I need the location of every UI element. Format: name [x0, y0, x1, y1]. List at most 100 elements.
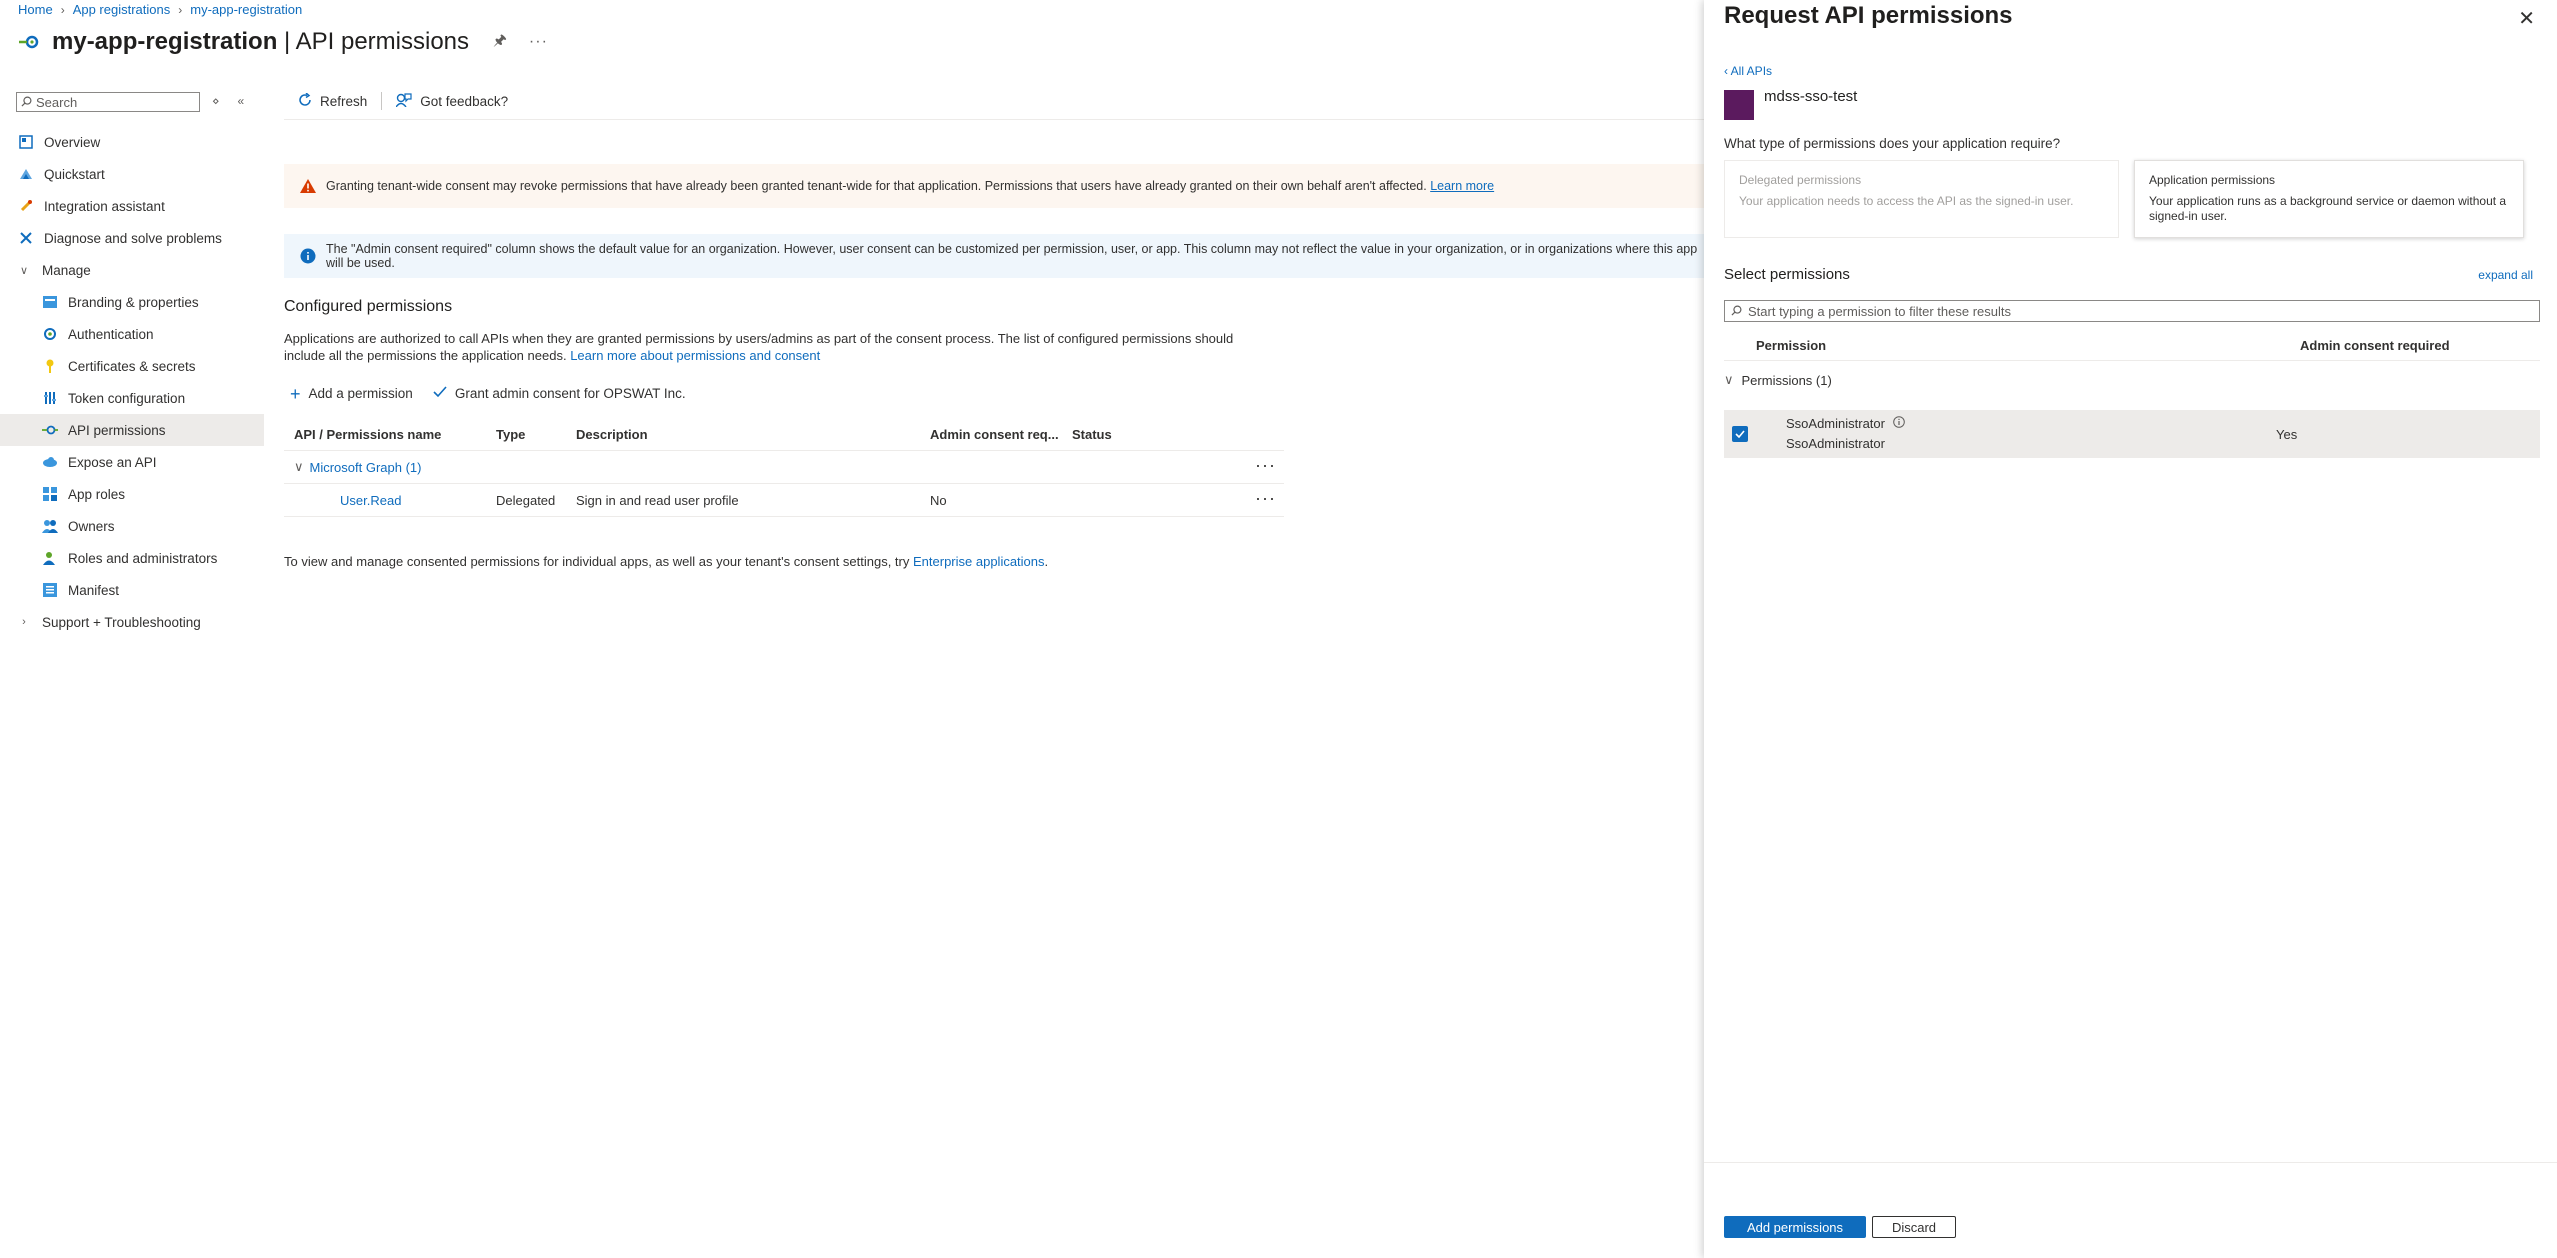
search-icon — [21, 95, 32, 110]
add-permission-button[interactable]: + Add a permission — [290, 385, 413, 403]
all-apis-link[interactable]: ‹ All APIs — [1724, 64, 1772, 78]
feedback-button[interactable]: Got feedback? — [388, 92, 516, 110]
owners-icon — [42, 518, 58, 534]
nav-item-quickstart[interactable]: Quickstart — [0, 158, 264, 190]
chevron-right-icon: › — [22, 616, 26, 628]
nav-item-roles-administrators[interactable]: Roles and administrators — [0, 542, 264, 574]
overview-icon — [18, 134, 34, 150]
nav-item-expose-api[interactable]: Expose an API — [0, 446, 264, 478]
rocket-icon — [18, 198, 34, 214]
grant-admin-consent-button[interactable]: Grant admin consent for OPSWAT Inc. — [433, 386, 686, 401]
refresh-button[interactable]: Refresh — [290, 91, 375, 110]
chevron-down-icon: ∨ — [19, 264, 29, 277]
permissions-group-toggle[interactable]: ∨ Permissions (1) — [1724, 372, 1832, 388]
collapse-icon[interactable]: « — [238, 94, 245, 108]
refresh-icon — [298, 91, 312, 110]
add-permissions-button[interactable]: Add permissions — [1724, 1216, 1866, 1238]
nav-item-diagnose[interactable]: Diagnose and solve problems — [0, 222, 264, 254]
more-icon[interactable]: ··· — [529, 33, 548, 51]
permission-checkbox[interactable] — [1732, 426, 1748, 442]
nav-item-overview[interactable]: Overview — [0, 126, 264, 158]
breadcrumb-separator-icon: › — [60, 2, 65, 17]
page-title: my-app-registration | API permissions — [52, 28, 470, 55]
breadcrumb-app-registrations[interactable]: App registrations — [73, 2, 171, 17]
api-header: mdss-sso-test — [1724, 88, 1858, 120]
nav-item-authentication[interactable]: Authentication — [0, 318, 264, 350]
permissions-header: Permission Admin consent required — [1724, 330, 2540, 361]
nav-item-token-configuration[interactable]: Token configuration — [0, 382, 264, 414]
column-header[interactable]: Type — [496, 427, 576, 442]
close-icon[interactable]: ✕ — [2518, 6, 2535, 31]
toolbar: Refresh Got feedback? — [290, 91, 516, 110]
nav-item-branding[interactable]: Branding & properties — [0, 286, 264, 318]
permission-row[interactable]: SsoAdministrator SsoAdministrator Yes — [1724, 410, 2540, 458]
permission-name: SsoAdministrator — [1786, 416, 1885, 431]
left-nav: Overview Quickstart Integration assistan… — [0, 126, 264, 638]
more-icon[interactable]: ··· — [1255, 455, 1276, 476]
warning-icon — [300, 179, 316, 193]
filter-placeholder: Start typing a permission to filter thes… — [1748, 303, 2012, 319]
column-header[interactable]: Status — [1072, 427, 1212, 442]
table-row: User.Read Delegated Sign in and read use… — [284, 484, 1284, 517]
api-name: mdss-sso-test — [1764, 88, 1858, 105]
warning-learn-more-link[interactable]: Learn more — [1430, 179, 1494, 193]
nav-search-input[interactable]: Search — [16, 92, 200, 112]
microsoft-graph-link[interactable]: Microsoft Graph (1) — [310, 460, 422, 475]
checkmark-icon — [1735, 430, 1745, 438]
column-header[interactable]: Description — [576, 427, 930, 442]
info-icon[interactable] — [1893, 414, 1905, 434]
authentication-icon — [42, 326, 58, 342]
column-header[interactable]: Admin consent req... — [930, 427, 1072, 442]
column-header[interactable]: API / Permissions name — [284, 427, 496, 442]
nav-group-support[interactable]: › Support + Troubleshooting — [0, 606, 264, 638]
checkmark-icon — [433, 386, 447, 401]
permission-type: Delegated — [496, 492, 556, 508]
branding-icon — [42, 294, 58, 310]
chevron-down-icon: ∨ — [1724, 372, 1734, 387]
application-permissions-option[interactable]: Application permissions Your application… — [2134, 160, 2524, 238]
permission-type-question: What type of permissions does your appli… — [1724, 136, 2061, 151]
breadcrumb-app[interactable]: my-app-registration — [190, 2, 302, 17]
sort-icon[interactable]: ⋄ — [212, 94, 220, 108]
enterprise-applications-link[interactable]: Enterprise applications — [913, 554, 1045, 569]
nav-group-manage[interactable]: ∨ Manage — [0, 254, 264, 286]
nav-item-owners[interactable]: Owners — [0, 510, 264, 542]
token-icon — [42, 390, 58, 406]
quickstart-icon — [18, 166, 34, 182]
nav-item-app-roles[interactable]: App roles — [0, 478, 264, 510]
table-header: API / Permissions name Type Description … — [284, 418, 1284, 451]
delegated-permissions-option[interactable]: Delegated permissions Your application n… — [1724, 160, 2119, 238]
toolbar-divider-line — [284, 119, 1704, 120]
permission-name-link[interactable]: User.Read — [340, 493, 401, 508]
info-icon — [300, 248, 316, 264]
chevron-down-icon[interactable]: ∨ — [294, 459, 304, 475]
key-icon — [42, 358, 58, 374]
configured-permissions-title: Configured permissions — [284, 298, 453, 315]
discard-button[interactable]: Discard — [1872, 1216, 1956, 1238]
nav-item-manifest[interactable]: Manifest — [0, 574, 264, 606]
nav-tools: ⋄ « — [212, 94, 244, 108]
app-registration-icon — [18, 30, 42, 54]
permission-admin-consent: Yes — [2276, 426, 2298, 442]
wrench-icon — [18, 230, 34, 246]
more-icon[interactable]: ··· — [1255, 488, 1276, 509]
learn-more-permissions-link[interactable]: Learn more about permissions and consent — [570, 348, 820, 363]
pin-icon[interactable]: 🖈 — [493, 30, 507, 55]
nav-item-api-permissions[interactable]: API permissions — [0, 414, 264, 446]
enterprise-apps-note: To view and manage consented permissions… — [284, 554, 1049, 569]
permission-description: SsoAdministrator — [1786, 436, 1885, 451]
app-roles-icon — [42, 486, 58, 502]
configured-permissions-table: API / Permissions name Type Description … — [284, 418, 1284, 517]
breadcrumb-home[interactable]: Home — [18, 2, 53, 17]
breadcrumb: Home › App registrations › my-app-regist… — [18, 2, 302, 17]
manifest-icon — [42, 582, 58, 598]
permission-filter-input[interactable]: Start typing a permission to filter thes… — [1724, 300, 2540, 322]
cloud-icon — [42, 454, 58, 470]
expand-all-link[interactable]: expand all — [2478, 268, 2533, 282]
panel-title: Request API permissions — [1724, 2, 2013, 29]
nav-item-certificates[interactable]: Certificates & secrets — [0, 350, 264, 382]
nav-item-integration-assistant[interactable]: Integration assistant — [0, 190, 264, 222]
permission-actions: + Add a permission Grant admin consent f… — [290, 385, 686, 403]
feedback-icon — [395, 92, 412, 110]
page-header: my-app-registration | API permissions 🖈 … — [18, 28, 548, 56]
